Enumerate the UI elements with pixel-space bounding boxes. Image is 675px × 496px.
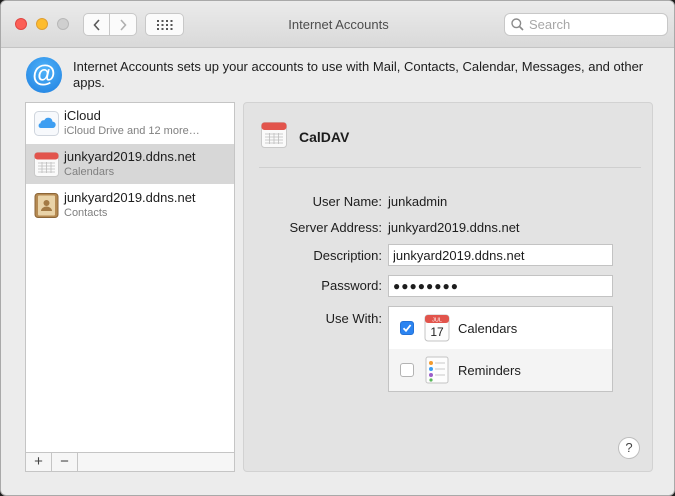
- password-field[interactable]: ●●●●●●●●: [388, 275, 613, 297]
- reminders-app-icon: [425, 356, 449, 384]
- description-label: Description:: [313, 248, 382, 263]
- remove-account-button[interactable]: −: [52, 453, 78, 471]
- account-detail-pane: CalDAV User Name: junkadmin Server Addre…: [243, 102, 653, 472]
- checkmark-icon: [402, 324, 412, 333]
- account-detail: Calendars: [64, 166, 115, 178]
- search-icon: [511, 18, 524, 31]
- search-field[interactable]: [504, 13, 668, 36]
- icloud-icon: [34, 111, 59, 136]
- contacts-icon: [34, 193, 59, 218]
- reminders-label: Reminders: [458, 363, 521, 378]
- account-item-icloud[interactable]: iCloud iCloud Drive and 12 more…: [26, 103, 234, 143]
- accounts-list[interactable]: iCloud iCloud Drive and 12 more… junkyar…: [25, 102, 235, 471]
- help-button[interactable]: ?: [618, 437, 640, 459]
- use-with-list: JUL 17 Calendars Reminders: [388, 306, 613, 392]
- calendar-app-icon: JUL 17: [424, 314, 450, 342]
- calendar-icon: [34, 152, 59, 177]
- calendar-icon: [261, 122, 287, 148]
- user-name-label: User Name:: [312, 194, 382, 209]
- reminders-checkbox[interactable]: [400, 363, 414, 377]
- at-sign-icon: @: [26, 57, 62, 93]
- account-detail: Contacts: [64, 207, 108, 219]
- user-name-value: junkadmin: [388, 194, 448, 209]
- calendars-label: Calendars: [458, 321, 518, 336]
- use-with-row-reminders: Reminders: [389, 349, 612, 391]
- account-name: junkyard2019.ddns.net: [64, 190, 196, 205]
- header-description: Internet Accounts sets up your accounts …: [73, 59, 644, 90]
- account-name: junkyard2019.ddns.net: [64, 149, 196, 164]
- password-label: Password:: [321, 278, 382, 293]
- server-address-value: junkyard2019.ddns.net: [388, 220, 520, 235]
- calendar-day-text: 17: [430, 325, 444, 339]
- account-list-toolbar: + −: [25, 452, 235, 472]
- divider: [259, 167, 641, 168]
- account-item-caldav[interactable]: junkyard2019.ddns.net Calendars: [26, 144, 234, 184]
- add-account-button[interactable]: +: [26, 453, 52, 471]
- calendar-month-text: JUL: [432, 318, 442, 324]
- use-with-row-calendars: JUL 17 Calendars: [389, 307, 612, 349]
- account-type-title: CalDAV: [299, 129, 350, 145]
- description-field[interactable]: [388, 244, 613, 266]
- account-detail: iCloud Drive and 12 more…: [64, 125, 200, 137]
- account-name: iCloud: [64, 108, 101, 123]
- search-input[interactable]: [529, 17, 659, 32]
- account-item-carddav[interactable]: junkyard2019.ddns.net Contacts: [26, 185, 234, 225]
- calendars-checkbox[interactable]: [400, 321, 414, 335]
- internet-accounts-window: Internet Accounts @ Internet Accounts se…: [0, 0, 675, 496]
- title-bar: Internet Accounts: [1, 1, 674, 48]
- server-address-label: Server Address:: [289, 220, 383, 235]
- use-with-label: Use With:: [325, 311, 382, 326]
